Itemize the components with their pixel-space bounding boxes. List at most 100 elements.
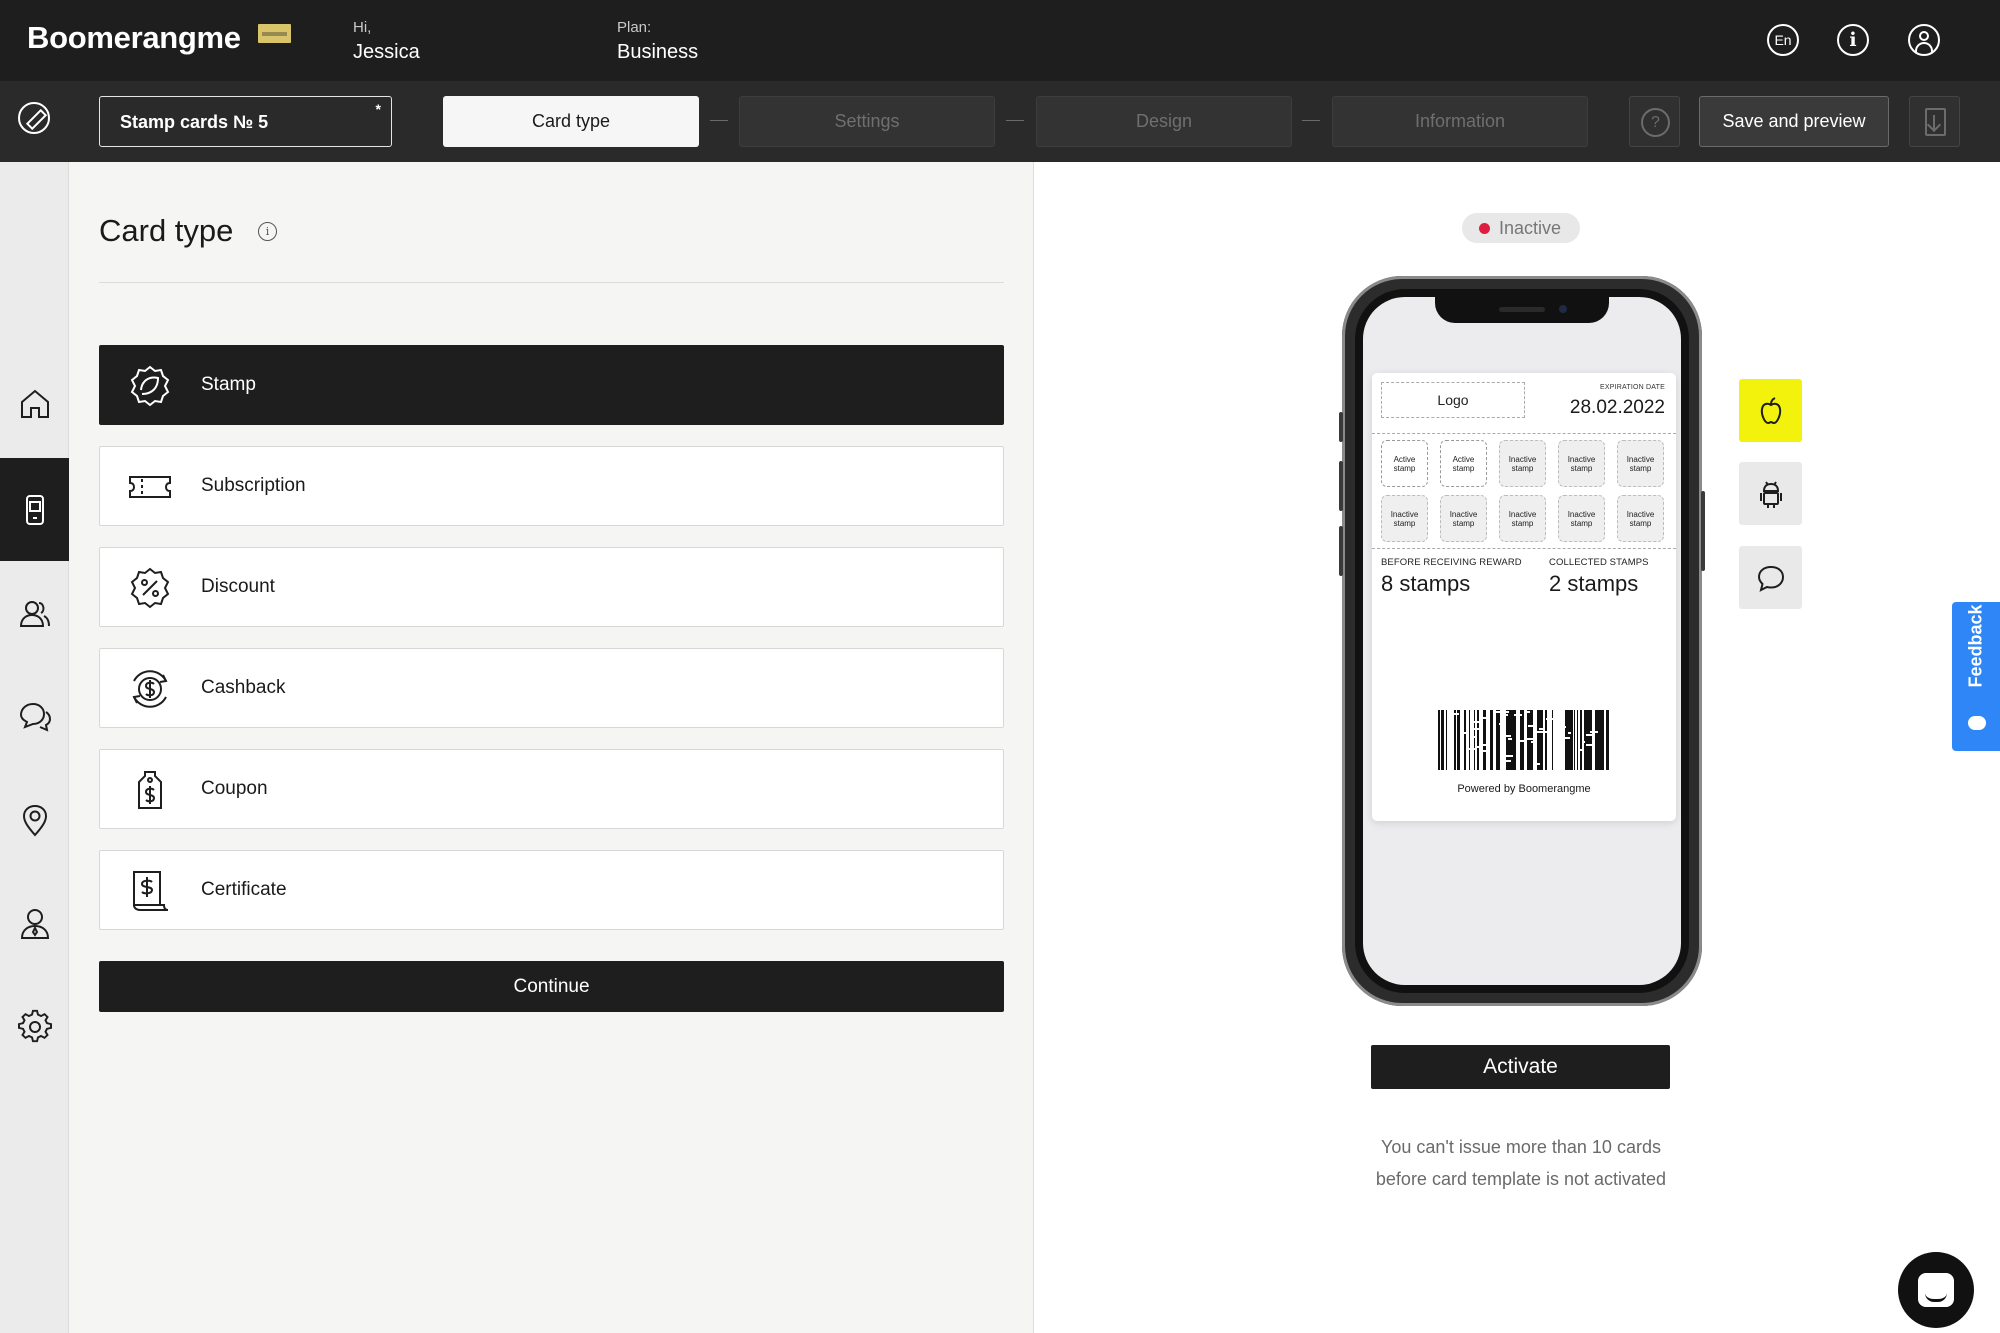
card-type-label: Discount xyxy=(201,576,275,597)
edit-icon[interactable] xyxy=(18,102,50,134)
apple-icon xyxy=(1760,396,1781,424)
activation-note: You can't issue more than 10 cards befor… xyxy=(1330,1131,1712,1195)
feedback-label: Feedback xyxy=(1965,604,1986,688)
account-icon[interactable] xyxy=(1908,24,1940,56)
location-icon xyxy=(22,804,47,837)
sidebar-item-settings[interactable] xyxy=(0,975,69,1078)
phone-screen: Logo EXPIRATION DATE 28.02.2022 Active s… xyxy=(1363,297,1681,985)
sidebar-item-home[interactable] xyxy=(0,352,69,455)
expiration-value: 28.02.2022 xyxy=(1569,397,1665,418)
logo-flag-icon xyxy=(258,24,291,43)
page-title: Card type xyxy=(99,213,234,248)
sidebar-item-managers[interactable] xyxy=(0,872,69,975)
title-info-icon[interactable]: i xyxy=(258,222,277,241)
sidebar-item-customers[interactable] xyxy=(0,562,69,665)
card-name-value: Stamp cards № 5 xyxy=(120,112,269,132)
coupon-tag-icon xyxy=(138,771,162,809)
status-badge: Inactive xyxy=(1462,213,1580,243)
ticket-icon xyxy=(129,476,171,498)
card-type-list: Stamp Subscription Discount Cashback Cou… xyxy=(99,345,1004,951)
feedback-tab[interactable]: Feedback xyxy=(1952,602,2000,751)
download-button[interactable] xyxy=(1909,96,1960,147)
card-type-coupon[interactable]: Coupon xyxy=(99,749,1004,829)
status-text: Inactive xyxy=(1499,217,1562,238)
stamp-cell: Inactive stamp xyxy=(1617,495,1664,542)
stamp-cell: Inactive stamp xyxy=(1440,495,1487,542)
sidebar-item-messages[interactable] xyxy=(0,665,69,768)
discount-icon xyxy=(130,567,170,609)
card-logo-placeholder: Logo xyxy=(1381,382,1525,418)
step-separator xyxy=(1302,120,1320,121)
card-name-input[interactable]: Stamp cards № 5 * xyxy=(99,96,392,147)
info-icon[interactable]: i xyxy=(1837,24,1869,56)
card-type-label: Coupon xyxy=(201,778,268,799)
card-type-subscription[interactable]: Subscription xyxy=(99,446,1004,526)
stamp-grid: Active stamp Active stamp Inactive stamp… xyxy=(1372,433,1676,549)
before-reward-value: 8 stamps xyxy=(1381,571,1471,596)
continue-button[interactable]: Continue xyxy=(99,961,1004,1012)
activation-note-line: before card template is not activated xyxy=(1375,1169,1667,1189)
barcode xyxy=(1438,710,1609,770)
before-reward-label: BEFORE RECEIVING REWARD xyxy=(1381,557,1522,568)
customers-icon xyxy=(19,600,50,627)
status-dot-icon xyxy=(1479,223,1490,234)
cashback-icon xyxy=(132,670,168,708)
expiration-label: EXPIRATION DATE xyxy=(1600,384,1665,391)
message-preview-button[interactable] xyxy=(1739,546,1802,609)
phone-notch xyxy=(1435,297,1609,323)
required-mark: * xyxy=(375,101,381,117)
sidebar-item-locations[interactable] xyxy=(0,768,69,871)
home-icon xyxy=(20,389,49,418)
save-and-preview-button[interactable]: Save and preview xyxy=(1699,96,1889,147)
activate-button[interactable]: Activate xyxy=(1371,1045,1670,1089)
divider xyxy=(99,282,1004,283)
android-icon xyxy=(1759,480,1782,508)
card-type-stamp[interactable]: Stamp xyxy=(99,345,1004,425)
sidebar-item-cards[interactable] xyxy=(0,458,69,561)
collected-stamps-label: COLLECTED STAMPS xyxy=(1549,557,1649,568)
feedback-bubble-icon xyxy=(1968,716,1986,730)
collected-stamps-value: 2 stamps xyxy=(1549,571,1639,596)
stamp-cell: Inactive stamp xyxy=(1499,495,1546,542)
help-icon: ? xyxy=(1641,108,1670,137)
apple-preview-button[interactable] xyxy=(1739,379,1802,442)
step-design[interactable]: Design xyxy=(1036,96,1292,147)
greeting-label: Hi, xyxy=(353,19,372,36)
app-logo[interactable]: Boomerangme xyxy=(27,20,241,56)
stamp-cell: Active stamp xyxy=(1381,440,1428,487)
user-name: Jessica xyxy=(353,41,420,63)
support-chat-button[interactable] xyxy=(1898,1252,1974,1328)
chat-widget-icon xyxy=(1918,1273,1954,1307)
sidebar xyxy=(0,162,69,1333)
cards-icon xyxy=(25,494,44,525)
android-preview-button[interactable] xyxy=(1739,462,1802,525)
step-separator xyxy=(710,120,728,121)
help-button[interactable]: ? xyxy=(1629,96,1680,147)
card-type-label: Stamp xyxy=(201,374,256,395)
card-type-certificate[interactable]: Certificate xyxy=(99,850,1004,930)
manager-icon xyxy=(20,908,49,939)
stamp-cell: Active stamp xyxy=(1440,440,1487,487)
stamp-cell: Inactive stamp xyxy=(1558,495,1605,542)
chat-icon xyxy=(1757,565,1784,592)
settings-icon xyxy=(17,1009,52,1042)
activation-note-line: You can't issue more than 10 cards xyxy=(1381,1137,1661,1157)
card-type-panel: Card type i Stamp Subscription Discount … xyxy=(69,162,1034,1333)
certificate-icon xyxy=(133,871,169,911)
stamp-cell: Inactive stamp xyxy=(1617,440,1664,487)
step-information[interactable]: Information xyxy=(1332,96,1588,147)
card-type-label: Cashback xyxy=(201,677,286,698)
card-type-discount[interactable]: Discount xyxy=(99,547,1004,627)
loyalty-card-preview: Logo EXPIRATION DATE 28.02.2022 Active s… xyxy=(1372,373,1676,821)
step-separator xyxy=(1006,120,1024,121)
top-header: Boomerangme Hi, Jessica Plan: Business E… xyxy=(0,0,2000,81)
messages-icon xyxy=(19,702,51,732)
language-button[interactable]: En xyxy=(1767,24,1799,56)
card-type-label: Certificate xyxy=(201,879,287,900)
plan-label: Plan: xyxy=(617,19,652,36)
download-arrow-icon xyxy=(1933,115,1938,129)
editor-toolbar: Stamp cards № 5 * Card type Settings Des… xyxy=(0,81,2000,162)
step-settings[interactable]: Settings xyxy=(739,96,995,147)
step-card-type[interactable]: Card type xyxy=(443,96,699,147)
card-type-cashback[interactable]: Cashback xyxy=(99,648,1004,728)
